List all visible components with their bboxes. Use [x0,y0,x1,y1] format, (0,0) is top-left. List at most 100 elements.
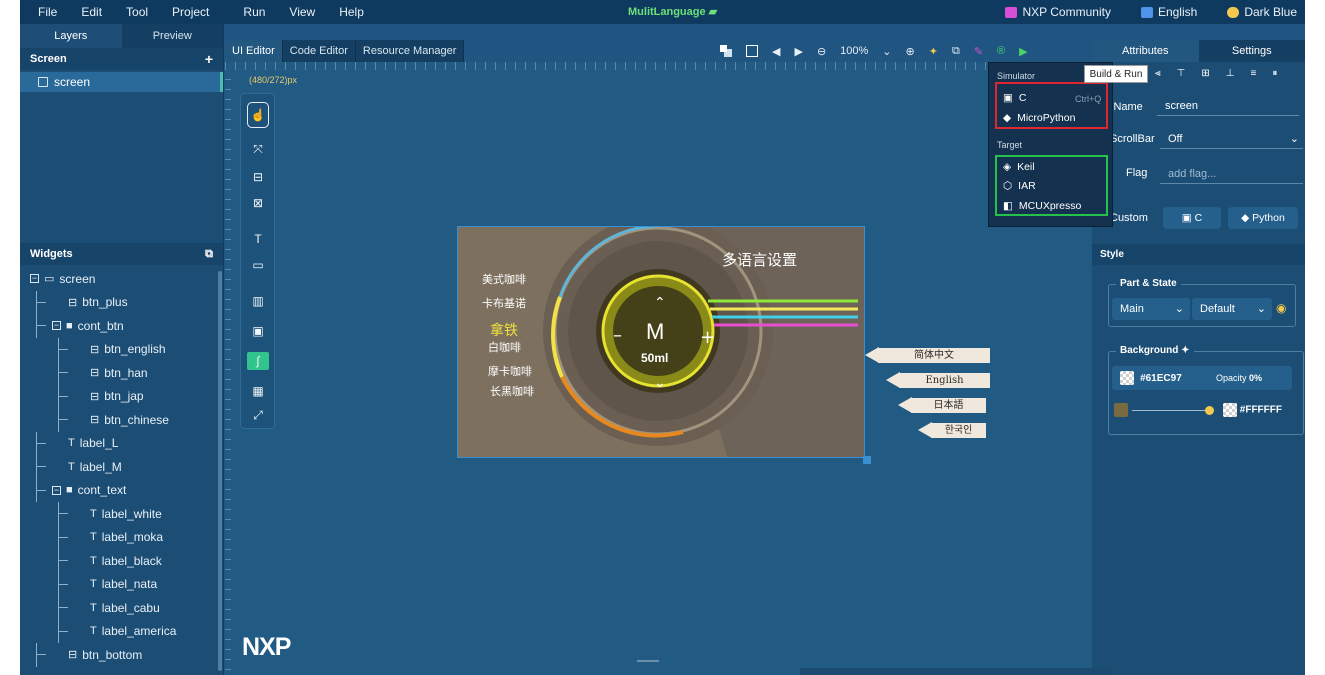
pointer-tool-icon[interactable]: ☝ [247,102,269,128]
expand-icon[interactable]: ⤢ [247,406,269,424]
menu-file[interactable]: File [26,5,69,19]
menu-help[interactable]: Help [327,5,376,19]
tree-item-cont-btn[interactable]: − ■ cont_btn [20,314,223,338]
menu-view[interactable]: View [277,5,327,19]
tree-item-label-m[interactable]: Tlabel_M [20,455,223,479]
state-select[interactable]: Default ⌄ [1192,298,1272,320]
tab-preview[interactable]: Preview [122,24,224,48]
nxp-community-link[interactable]: NXP Community [1005,5,1111,19]
undo-icon[interactable]: ◀ [772,45,780,58]
part-select[interactable]: Main ⌄ [1112,298,1190,320]
lang-button-korean[interactable]: 한국인 [931,423,986,438]
zoom-in-icon[interactable]: ⊕ [906,45,915,58]
redo-icon[interactable]: ▶ [794,45,802,58]
tree-item-btn-english[interactable]: ⊟ btn_english [20,337,223,361]
lang-button-japanese[interactable]: 日本語 [911,398,986,413]
gradient-slider-track[interactable] [1132,410,1214,411]
popout-icon[interactable]: ⧉ [205,248,213,261]
collapse-toggle-icon[interactable]: − [30,274,39,284]
button-widget-icon[interactable]: ⊟ [247,168,269,186]
distribute-v-icon[interactable]: ≡ [1250,68,1256,79]
gradient-slider-thumb[interactable] [1205,406,1214,415]
bottom-output-tabs[interactable] [800,668,1112,675]
code-view-icon[interactable]: ⧉ [952,45,960,58]
collapse-toggle-icon[interactable]: − [52,321,61,331]
bring-front-icon[interactable] [720,45,732,57]
canvas-resize-grip[interactable] [637,660,659,662]
tab-ui-editor[interactable]: UI Editor [225,40,283,62]
bg-image-thumb[interactable] [1114,403,1128,417]
textarea-widget-icon[interactable]: ▭ [247,256,269,274]
theme-label: Dark Blue [1244,5,1297,19]
tree-item-btn-bottom[interactable]: ⊟ btn_bottom [20,643,223,667]
tree-item-screen[interactable]: − ▭ screen [20,267,223,291]
align-left-icon[interactable]: ⫷ [1155,68,1161,79]
tree-item-cont-text[interactable]: − ■ cont_text [20,478,223,502]
bg-color-field[interactable]: #61EC97 Opacity 0% [1112,366,1292,390]
menu-run[interactable]: Run [231,5,277,19]
custom-python-button[interactable]: ◆ Python [1228,207,1298,229]
run-play-icon[interactable]: ▶ [1019,45,1027,58]
flag-input[interactable]: add flag... [1160,164,1303,184]
tree-item-label-black[interactable]: Tlabel_black [20,549,223,573]
chevron-down-icon[interactable]: ⌄ [882,45,891,58]
name-input[interactable]: screen [1157,96,1299,116]
distribute-h-icon[interactable]: ⏸ [1272,68,1277,79]
tab-attributes[interactable]: Attributes [1092,40,1199,62]
custom-c-label: C [1194,212,1203,224]
left-scrollbar[interactable] [218,271,222,671]
tree-item-btn-plus[interactable]: ⊟ btn_plus [20,290,223,314]
menu-edit[interactable]: Edit [69,5,114,19]
tab-resource-manager[interactable]: Resource Manager [355,40,465,62]
tree-item-btn-han[interactable]: ⊟ btn_han [20,361,223,385]
build-wrench-icon[interactable]: ✎ [974,45,983,58]
align-bottom-icon[interactable]: ⊥ [1226,68,1235,79]
collapse-toggle-icon[interactable]: − [52,485,61,495]
tree-item-label-cabu[interactable]: Tlabel_cabu [20,596,223,620]
zoom-level[interactable]: 100% [840,45,868,57]
zoom-out-icon[interactable]: ⊖ [817,45,826,58]
eye-icon[interactable]: ◉ [1276,301,1286,315]
imgbutton-widget-icon[interactable]: ⊠ [247,194,269,212]
align-center-icon[interactable]: ⊞ [1201,68,1209,79]
tree-item-label-moka[interactable]: Tlabel_moka [20,525,223,549]
coffee-white[interactable]: 白咖啡 [488,339,521,355]
tree-item-label-white[interactable]: Tlabel_white [20,502,223,526]
tab-layers[interactable]: Layers [20,24,122,48]
gradient-color-field[interactable]: #FFFFFF [1223,403,1282,417]
tab-settings[interactable]: Settings [1198,40,1305,62]
lang-button-english[interactable]: English [899,373,990,388]
tree-item-btn-chinese[interactable]: ⊟ btn_chinese [20,408,223,432]
tree-item-btn-jap[interactable]: ⊟ btn_jap [20,384,223,408]
line-widget-icon[interactable]: ∫ [247,352,269,370]
coffee-long-black[interactable]: 长黑咖啡 [490,383,534,399]
qrcode-widget-icon[interactable]: ▦ [247,382,269,400]
lang-button-chinese[interactable]: 简体中文 [878,348,990,363]
send-back-icon[interactable] [746,45,758,57]
language-switcher[interactable]: English [1140,5,1197,19]
clean-icon[interactable]: ✦ [929,45,938,58]
menu-project[interactable]: Project [160,5,221,19]
align-top-icon[interactable]: ⊤ [1177,68,1186,79]
tree-item-label-l[interactable]: Tlabel_L [20,431,223,455]
menu-tool[interactable]: Tool [114,5,160,19]
collapse-icon[interactable]: ⤧ [247,140,269,158]
add-screen-icon[interactable]: + [205,51,213,67]
tree-item-label-america[interactable]: Tlabel_america [20,619,223,643]
screen-preview[interactable]: ⌃ ⌄ – + 多语言设置 美式咖啡 卡布基诺 拿铁 白咖啡 摩卡咖啡 长黑咖啡… [457,226,865,458]
label-widget-icon[interactable]: T [247,230,269,248]
coffee-americano[interactable]: 美式咖啡 [482,271,526,287]
scrollbar-select[interactable]: Off ⌄ [1160,129,1303,149]
preview-resize-handle[interactable] [863,456,871,464]
coffee-mocha[interactable]: 摩卡咖啡 [488,363,532,379]
coffee-cappuccino[interactable]: 卡布基诺 [482,295,526,311]
tree-item-label-nata[interactable]: Tlabel_nata [20,572,223,596]
tab-code-editor[interactable]: Code Editor [282,40,356,62]
custom-c-button[interactable]: ▣ C [1163,207,1221,229]
screen-list-item[interactable]: screen [20,72,223,92]
register-icon[interactable]: ® [997,45,1005,57]
chart-widget-icon[interactable]: ▥ [247,292,269,310]
image-widget-icon[interactable]: ▣ [247,322,269,340]
theme-switcher[interactable]: Dark Blue [1227,5,1297,19]
coffee-latte[interactable]: 拿铁 [490,320,518,340]
